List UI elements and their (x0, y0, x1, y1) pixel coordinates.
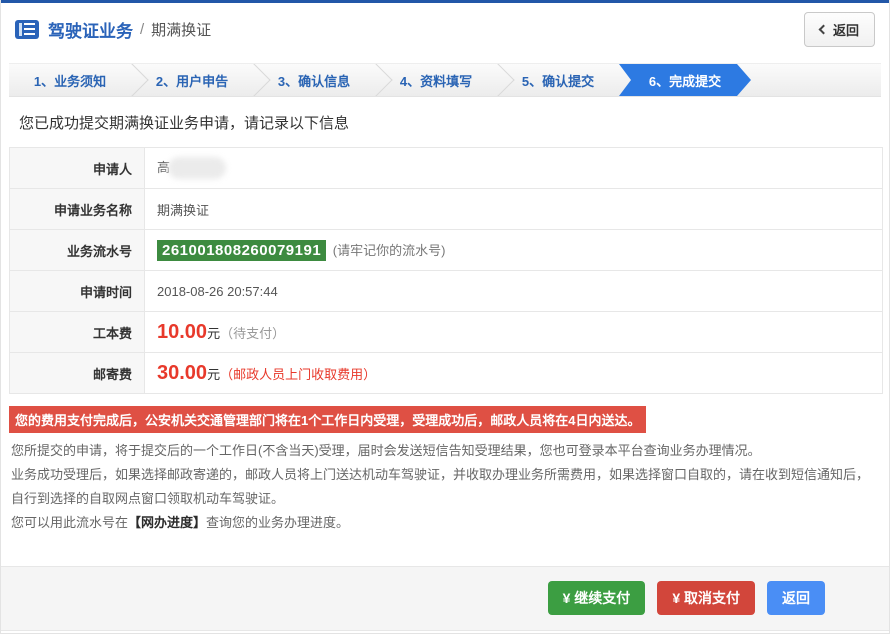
row-label: 业务流水号 (9, 229, 145, 271)
post-fee-unit: 元 (207, 366, 221, 382)
success-message: 您已成功提交期满换证业务申请，请记录以下信息 (19, 115, 350, 132)
progress-note-suffix: 查询您的业务办理进度。 (206, 515, 350, 530)
work-fee-amount: 10.00 (157, 320, 208, 343)
warning-banner-wrap: 您的费用支付完成后，公安机关交通管理部门将在1个工作日内受理，受理成功后，邮政人… (9, 406, 881, 433)
apply-time-value: 2018-08-26 20:57:44 (144, 270, 883, 312)
row-label: 工本费 (9, 311, 145, 353)
footer-action-bar: ¥ 继续支付 ¥ 取消支付 返回 (1, 566, 889, 631)
back-button-bottom[interactable]: 返回 (767, 581, 825, 615)
table-row-apply-time: 申请时间 2018-08-26 20:57:44 (9, 270, 883, 312)
notes-section: 您所提交的申请，将于提交后的一个工作日(不含当天)受理，届时会发送短信告知受理结… (11, 439, 879, 535)
chevron-left-icon (818, 24, 829, 34)
note-paragraph-2: 业务成功受理后，如果选择邮政寄递的，邮政人员将上门送达机动车驾驶证，并收取办理业… (11, 467, 870, 506)
serial-note: (请牢记你的流水号) (332, 242, 446, 258)
note-paragraph-1: 您所提交的申请，将于提交后的一个工作日(不含当天)受理，届时会发送短信告知受理结… (11, 443, 761, 458)
application-info-table: 申请人 高 申请业务名称 期满换证 业务流水号 2610018082600791… (9, 147, 883, 394)
back-button-top[interactable]: 返回 (803, 11, 875, 47)
step-4-fill-data[interactable]: 4、资料填写 (375, 64, 497, 96)
progress-note-highlight: 【网办进度】 (128, 515, 207, 530)
business-name-value: 期满换证 (144, 188, 883, 230)
breadcrumb-current: 期满换证 (151, 21, 212, 39)
work-fee-unit: 元 (207, 325, 221, 341)
table-row-applicant: 申请人 高 (9, 147, 883, 189)
table-row-work-fee: 工本费 10.00元（待支付） (9, 311, 883, 353)
row-label: 申请时间 (9, 270, 145, 312)
step-2-user-declaration[interactable]: 2、用户申告 (131, 64, 253, 96)
applicant-value-cell: 高 (144, 147, 883, 189)
note-paragraph-progress: 您可以用此流水号在【网办进度】查询您的业务办理进度。 (11, 511, 879, 535)
row-label: 申请人 (9, 147, 145, 189)
table-row-post-fee: 邮寄费 30.00元（邮政人员上门收取费用） (9, 352, 883, 394)
progress-note-prefix: 您可以用此流水号在 (11, 515, 129, 530)
step-1-business-notice[interactable]: 1、业务须知 (9, 64, 131, 96)
serial-value-cell: 261001808260079191 (请牢记你的流水号) (144, 229, 883, 271)
header: 驾驶证业务 / 期满换证 返回 (1, 3, 889, 55)
main-content: 您已成功提交期满换证业务申请，请记录以下信息 申请人 高 申请业务名称 期满换证… (1, 97, 889, 566)
post-fee-note: （邮政人员上门收取费用） (220, 366, 377, 382)
work-fee-note: （待支付） (220, 325, 286, 341)
row-label: 申请业务名称 (9, 188, 145, 230)
work-fee-value-cell: 10.00元（待支付） (144, 311, 883, 353)
page-title: 驾驶证业务 (48, 21, 133, 41)
warning-banner: 您的费用支付完成后，公安机关交通管理部门将在1个工作日内受理，受理成功后，邮政人… (9, 406, 647, 433)
table-row-serial: 业务流水号 261001808260079191 (请牢记你的流水号) (9, 229, 883, 271)
document-list-icon (15, 19, 39, 39)
page: 驾驶证业务 / 期满换证 返回 1、业务须知 2、用户申告 3、确认信息 4、资… (0, 0, 890, 634)
serial-number-badge: 261001808260079191 (157, 239, 327, 261)
step-6-complete-submit-active: 6、完成提交 (619, 64, 751, 96)
breadcrumb-separator: / (140, 20, 145, 38)
post-fee-amount: 30.00 (157, 361, 208, 384)
row-label: 邮寄费 (9, 352, 145, 394)
redacted-name-blur (167, 157, 226, 180)
step-progress-bar: 1、业务须知 2、用户申告 3、确认信息 4、资料填写 5、确认提交 6、完成提… (9, 63, 881, 97)
continue-pay-button[interactable]: ¥ 继续支付 (547, 581, 646, 615)
step-5-confirm-submit[interactable]: 5、确认提交 (497, 64, 619, 96)
table-row-business-name: 申请业务名称 期满换证 (9, 188, 883, 230)
step-3-confirm-info[interactable]: 3、确认信息 (253, 64, 375, 96)
cancel-pay-button[interactable]: ¥ 取消支付 (657, 581, 755, 615)
post-fee-value-cell: 30.00元（邮政人员上门收取费用） (144, 352, 883, 394)
back-button-label: 返回 (832, 22, 859, 38)
